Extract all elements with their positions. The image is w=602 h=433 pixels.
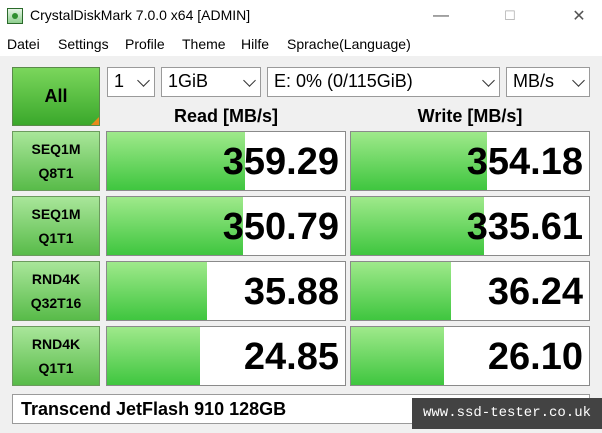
read-result-seq1m-q8t1: 359.29: [106, 131, 346, 191]
all-label: All: [44, 86, 68, 106]
test-button-seq1m-q1t1[interactable]: SEQ1M Q1T1: [12, 196, 100, 256]
test-size-select[interactable]: 1GiB: [161, 67, 261, 97]
read-header: Read [MB/s]: [173, 106, 278, 126]
test-name: SEQ1M: [31, 206, 81, 222]
read-value: 350.79: [222, 206, 339, 248]
unit-select[interactable]: MB/s: [506, 67, 590, 97]
write-result-rnd4k-q1t1: 26.10: [350, 326, 590, 386]
menu-theme[interactable]: Theme: [182, 36, 226, 52]
menu-language[interactable]: Sprache(Language): [287, 36, 411, 52]
drive-select[interactable]: E: 0% (0/115GiB): [267, 67, 500, 97]
test-params: Q8T1: [38, 165, 74, 181]
test-params: Q1T1: [38, 360, 74, 376]
test-button-rnd4k-q32t16[interactable]: RND4K Q32T16: [12, 261, 100, 321]
test-size-value: 1GiB: [168, 71, 209, 91]
read-bar: [107, 262, 207, 320]
app-icon: [7, 8, 23, 24]
corner-marker-icon: [91, 117, 99, 125]
read-result-rnd4k-q32t16: 35.88: [106, 261, 346, 321]
drive-value: E: 0% (0/115GiB): [274, 71, 413, 91]
menu-datei[interactable]: Datei: [7, 36, 40, 52]
chevron-down-icon: [137, 74, 150, 87]
test-count-select[interactable]: 1: [107, 67, 155, 97]
menu-settings[interactable]: Settings: [58, 36, 109, 52]
close-button[interactable]: ✕: [556, 0, 602, 32]
read-value: 359.29: [222, 141, 339, 183]
window-title: CrystalDiskMark 7.0.0 x64 [ADMIN]: [30, 7, 251, 23]
chevron-down-icon: [482, 74, 495, 87]
test-button-rnd4k-q1t1[interactable]: RND4K Q1T1: [12, 326, 100, 386]
all-tests-button[interactable]: All: [12, 67, 100, 126]
write-bar: [351, 262, 451, 320]
main-panel: All 1 1GiB E: 0% (0/115GiB) MB/s Read [M…: [0, 56, 602, 433]
maximize-button[interactable]: ☐: [487, 0, 533, 32]
read-result-seq1m-q1t1: 350.79: [106, 196, 346, 256]
write-value: 335.61: [466, 206, 583, 248]
test-name: SEQ1M: [31, 141, 81, 157]
read-value: 35.88: [243, 271, 339, 313]
write-value: 26.10: [487, 336, 583, 378]
test-params: Q32T16: [30, 295, 82, 311]
unit-value: MB/s: [513, 71, 555, 91]
watermark: www.ssd-tester.co.uk: [412, 398, 602, 429]
write-result-seq1m-q8t1: 354.18: [350, 131, 590, 191]
test-button-seq1m-q8t1[interactable]: SEQ1M Q8T1: [12, 131, 100, 191]
chevron-down-icon: [243, 74, 256, 87]
read-value: 24.85: [243, 336, 339, 378]
chevron-down-icon: [572, 74, 585, 87]
menu-hilfe[interactable]: Hilfe: [241, 36, 269, 52]
test-params: Q1T1: [38, 230, 74, 246]
read-bar: [107, 327, 200, 385]
write-value: 354.18: [466, 141, 583, 183]
test-name: RND4K: [31, 336, 81, 352]
minimize-button[interactable]: —: [418, 0, 464, 32]
test-name: RND4K: [31, 271, 81, 287]
write-value: 36.24: [487, 271, 583, 313]
write-result-seq1m-q1t1: 335.61: [350, 196, 590, 256]
title-bar: CrystalDiskMark 7.0.0 x64 [ADMIN] — ☐ ✕: [0, 0, 602, 32]
test-count-value: 1: [114, 71, 125, 91]
write-result-rnd4k-q32t16: 36.24: [350, 261, 590, 321]
menu-profile[interactable]: Profile: [125, 36, 165, 52]
read-result-rnd4k-q1t1: 24.85: [106, 326, 346, 386]
menu-bar: Datei Settings Profile Theme Hilfe Sprac…: [0, 32, 602, 56]
write-bar: [351, 327, 444, 385]
write-bar: [351, 197, 485, 255]
write-header: Write [MB/s]: [417, 106, 523, 126]
